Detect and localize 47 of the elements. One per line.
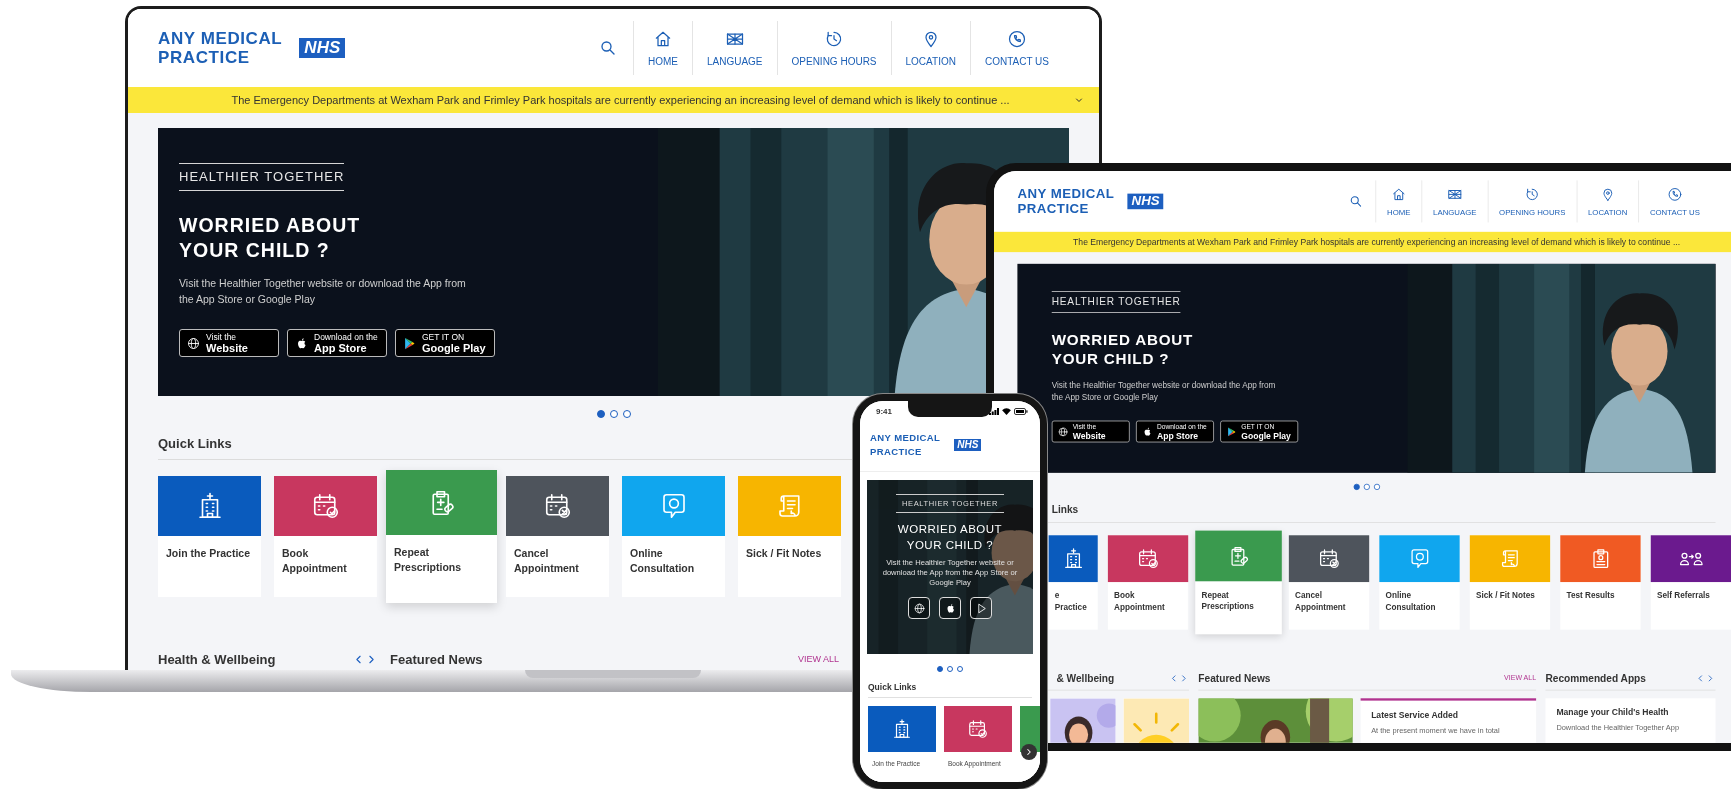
section-title: & Wellbeing xyxy=(1055,672,1116,684)
nav-link[interactable]: LANGUAGE xyxy=(691,21,777,75)
quick-link-tile[interactable]: Online Consultation xyxy=(1379,535,1460,630)
nhs-logo: NHS xyxy=(1127,193,1164,210)
card-title: Latest Service Added xyxy=(1371,710,1460,720)
practice-name: ANY MEDICAL PRACTICE xyxy=(870,431,941,459)
section-title: Health & Wellbeing xyxy=(158,651,277,667)
quick-link-tile[interactable]: e Practice xyxy=(1048,535,1098,630)
quick-link-tile[interactable]: Self Referrals xyxy=(1650,535,1731,630)
banner-title: WORRIED ABOUT YOUR CHILD ? xyxy=(1051,330,1195,370)
status-time: 9:41 xyxy=(876,406,892,416)
store-button[interactable]: GET IT ON Google Play xyxy=(395,329,495,357)
quick-link-tile[interactable]: Test Results xyxy=(1560,535,1641,630)
quick-link-tile[interactable]: Join the Practice xyxy=(158,476,261,597)
banner-title: WORRIED ABOUT YOUR CHILD ? xyxy=(896,522,1004,553)
section-title: Featured News xyxy=(1198,672,1272,684)
alert-text: The Emergency Departments at Wexham Park and Frimley Park hospitals are currently experiencing an increasing level of demand which is likely to continue ... xyxy=(1072,237,1682,247)
view-all-link[interactable]: VIEW ALL xyxy=(797,654,839,664)
quick-link-tile[interactable]: Cancel Appointment xyxy=(506,476,609,597)
banner-text: Visit the Healthier Together website or download the App from the App Store or Google Play xyxy=(179,276,467,307)
quick-link-tile[interactable]: Repeat Prescriptions xyxy=(386,470,497,603)
nhs-logo: NHS xyxy=(299,38,346,58)
store-button[interactable]: Visit the Website xyxy=(179,329,279,357)
quick-link-tile[interactable]: Book Appointment xyxy=(274,476,377,597)
section-title: Quick Links xyxy=(868,682,1032,698)
quick-link-tile[interactable]: Cancel Appointment xyxy=(1288,535,1370,630)
nav-link[interactable]: LOCATION xyxy=(890,21,970,75)
quick-link-tile[interactable]: Sick / Fit Notes xyxy=(1469,535,1551,630)
banner-eyebrow: HEALTHIER TOGETHER xyxy=(179,163,345,191)
nav-link[interactable]: CONTACT US xyxy=(969,21,1063,75)
banner-text: Visit the Healthier Together website or download the App from the App Store or Google Play xyxy=(1051,379,1277,404)
section-title: Featured News xyxy=(390,651,484,667)
section-title: Recommended Apps xyxy=(1545,672,1647,684)
quick-link-tile[interactable]: Online Consultation xyxy=(622,476,725,597)
practice-name: ANY MEDICAL PRACTICE xyxy=(1017,186,1115,217)
quick-link-tile[interactable]: Repeat Prescriptions xyxy=(1195,530,1282,635)
store-button[interactable]: Download on the App Store xyxy=(287,329,387,357)
alert-text: The Emergency Departments at Wexham Park and Frimley Park hospitals are currently experiencing an increasing level of demand which is likely to continue ... xyxy=(230,94,1011,106)
nav-link[interactable]: HOME xyxy=(632,21,692,75)
practice-name: ANY MEDICAL PRACTICE xyxy=(158,29,283,67)
banner-eyebrow: HEALTHIER TOGETHER xyxy=(1051,291,1181,313)
banner-title: WORRIED ABOUT YOUR CHILD ? xyxy=(179,213,362,263)
quick-link-tile[interactable]: Book Appointment xyxy=(1107,535,1189,630)
nhs-logo: NHS xyxy=(954,439,982,451)
nav-link[interactable]: OPENING HOURS xyxy=(776,21,891,75)
card-title: Manage your Child's Health xyxy=(1556,707,1670,717)
quick-link-tile[interactable]: Sick / Fit Notes xyxy=(738,476,841,597)
